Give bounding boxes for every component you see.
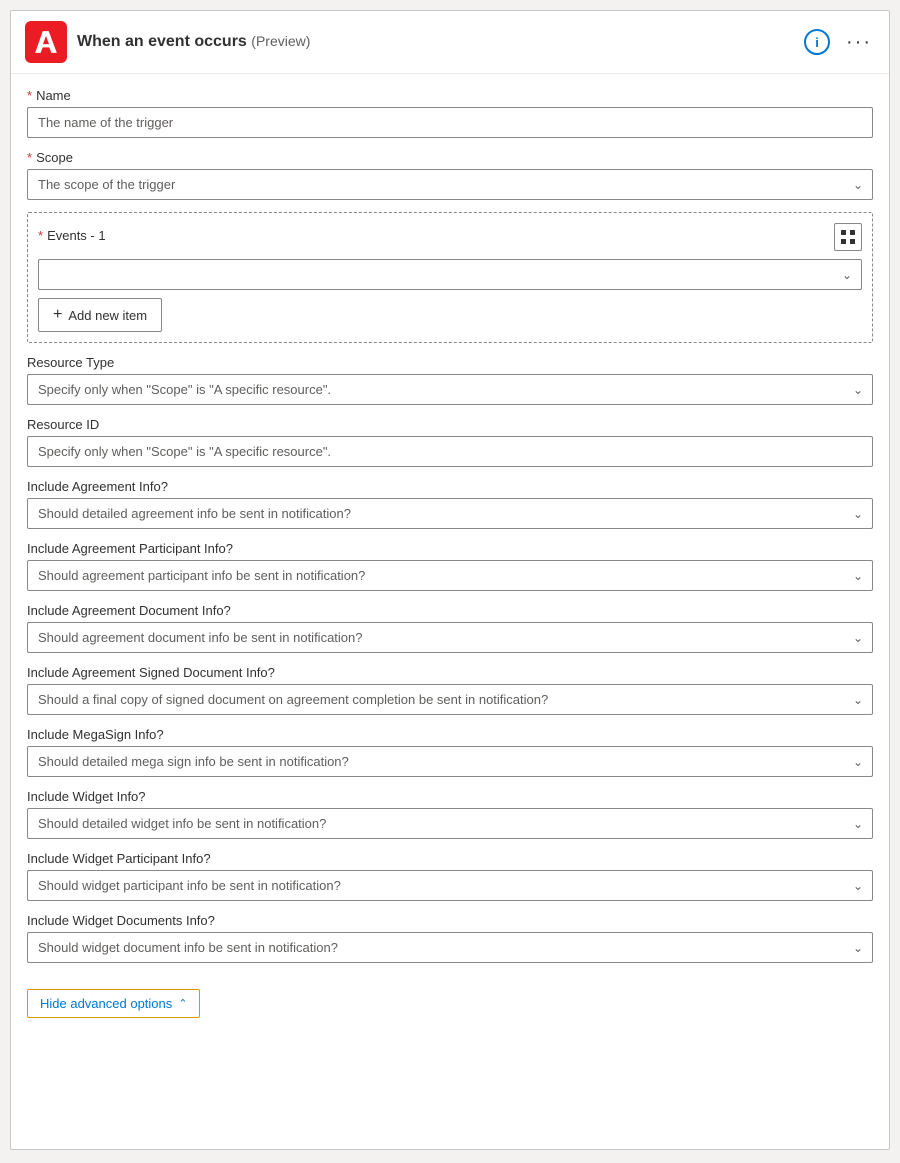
resource-id-input[interactable] <box>27 436 873 467</box>
header-actions: i ··· <box>801 26 875 58</box>
include-agreement-participant-info-select[interactable]: Should agreement participant info be sen… <box>27 560 873 591</box>
include-widget-documents-info-select[interactable]: Should widget document info be sent in n… <box>27 932 873 963</box>
scope-select-wrapper: The scope of the trigger ⌄ <box>27 169 873 200</box>
name-input[interactable] <box>27 107 873 138</box>
include-megasign-info-field-group: Include MegaSign Info? Should detailed m… <box>27 727 873 777</box>
resource-id-field-group: Resource ID <box>27 417 873 467</box>
name-field-group: * Name <box>27 88 873 138</box>
resource-type-label: Resource Type <box>27 355 873 370</box>
include-megasign-info-select-wrapper: Should detailed mega sign info be sent i… <box>27 746 873 777</box>
plus-icon: + <box>53 306 62 324</box>
grid-icon-button[interactable] <box>834 223 862 251</box>
scope-field-group: * Scope The scope of the trigger ⌄ <box>27 150 873 200</box>
card-header: When an event occurs (Preview) i ··· <box>11 11 889 74</box>
chevron-up-icon: ⌃ <box>178 997 187 1010</box>
include-agreement-signed-document-info-field-group: Include Agreement Signed Document Info? … <box>27 665 873 715</box>
scope-select[interactable]: The scope of the trigger <box>27 169 873 200</box>
header-title-group: When an event occurs (Preview) <box>77 33 310 51</box>
add-new-item-button[interactable]: + Add new item <box>38 298 162 332</box>
trigger-card: When an event occurs (Preview) i ··· * N… <box>10 10 890 1150</box>
info-button[interactable]: i <box>801 26 833 58</box>
name-required-asterisk: * <box>27 88 32 103</box>
include-agreement-info-select-wrapper: Should detailed agreement info be sent i… <box>27 498 873 529</box>
include-agreement-signed-document-info-label: Include Agreement Signed Document Info? <box>27 665 873 680</box>
card-content: * Name * Scope The scope of the trigger … <box>11 74 889 1034</box>
scope-required-asterisk: * <box>27 150 32 165</box>
events-select[interactable] <box>38 259 862 290</box>
include-widget-info-field-group: Include Widget Info? Should detailed wid… <box>27 789 873 839</box>
hide-advanced-label: Hide advanced options <box>40 996 172 1011</box>
include-agreement-participant-info-field-group: Include Agreement Participant Info? Shou… <box>27 541 873 591</box>
adobe-logo-icon <box>33 29 59 55</box>
ellipsis-icon: ··· <box>846 31 872 54</box>
name-label: * Name <box>27 88 873 103</box>
include-widget-documents-info-label: Include Widget Documents Info? <box>27 913 873 928</box>
include-megasign-info-select[interactable]: Should detailed mega sign info be sent i… <box>27 746 873 777</box>
resource-type-select[interactable]: Specify only when "Scope" is "A specific… <box>27 374 873 405</box>
events-label: * Events - 1 <box>38 228 106 243</box>
events-header: * Events - 1 <box>38 223 862 251</box>
include-agreement-info-label: Include Agreement Info? <box>27 479 873 494</box>
include-agreement-document-info-label: Include Agreement Document Info? <box>27 603 873 618</box>
resource-type-select-wrapper: Specify only when "Scope" is "A specific… <box>27 374 873 405</box>
events-section: * Events - 1 ⌄ + <box>27 212 873 343</box>
include-widget-documents-info-field-group: Include Widget Documents Info? Should wi… <box>27 913 873 963</box>
resource-id-label: Resource ID <box>27 417 873 432</box>
events-select-wrapper: ⌄ <box>38 259 862 290</box>
more-options-button[interactable]: ··· <box>843 26 875 58</box>
include-agreement-info-select[interactable]: Should detailed agreement info be sent i… <box>27 498 873 529</box>
info-circle-icon: i <box>804 29 830 55</box>
include-agreement-signed-document-info-select[interactable]: Should a final copy of signed document o… <box>27 684 873 715</box>
include-agreement-signed-document-info-select-wrapper: Should a final copy of signed document o… <box>27 684 873 715</box>
header-title: When an event occurs <box>77 33 247 50</box>
include-widget-participant-info-select-wrapper: Should widget participant info be sent i… <box>27 870 873 901</box>
include-widget-participant-info-label: Include Widget Participant Info? <box>27 851 873 866</box>
include-megasign-info-label: Include MegaSign Info? <box>27 727 873 742</box>
app-icon <box>25 21 67 63</box>
include-agreement-participant-info-select-wrapper: Should agreement participant info be sen… <box>27 560 873 591</box>
hide-advanced-options-button[interactable]: Hide advanced options ⌃ <box>27 989 200 1018</box>
header-left: When an event occurs (Preview) <box>25 21 310 63</box>
include-widget-participant-info-field-group: Include Widget Participant Info? Should … <box>27 851 873 901</box>
include-agreement-participant-info-label: Include Agreement Participant Info? <box>27 541 873 556</box>
events-required-asterisk: * <box>38 228 43 243</box>
include-widget-info-select-wrapper: Should detailed widget info be sent in n… <box>27 808 873 839</box>
include-widget-participant-info-select[interactable]: Should widget participant info be sent i… <box>27 870 873 901</box>
resource-type-field-group: Resource Type Specify only when "Scope" … <box>27 355 873 405</box>
scope-label: * Scope <box>27 150 873 165</box>
header-preview-label: (Preview) <box>251 33 310 49</box>
include-widget-info-label: Include Widget Info? <box>27 789 873 804</box>
include-agreement-document-info-select-wrapper: Should agreement document info be sent i… <box>27 622 873 653</box>
include-widget-documents-info-select-wrapper: Should widget document info be sent in n… <box>27 932 873 963</box>
include-agreement-document-info-select[interactable]: Should agreement document info be sent i… <box>27 622 873 653</box>
include-agreement-document-info-field-group: Include Agreement Document Info? Should … <box>27 603 873 653</box>
include-widget-info-select[interactable]: Should detailed widget info be sent in n… <box>27 808 873 839</box>
include-agreement-info-field-group: Include Agreement Info? Should detailed … <box>27 479 873 529</box>
grid-icon-svg <box>840 229 856 245</box>
